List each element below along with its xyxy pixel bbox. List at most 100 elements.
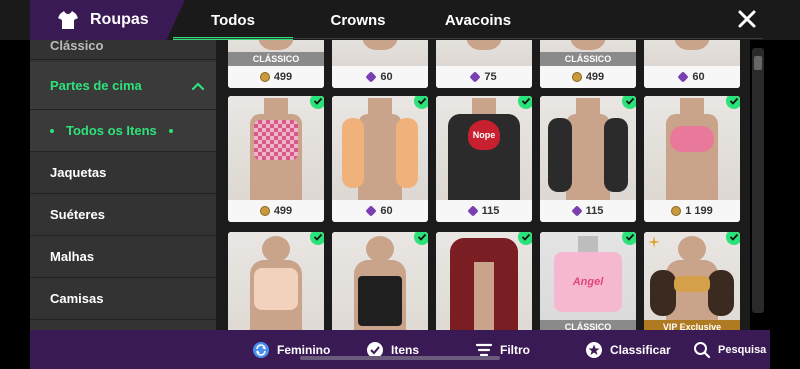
gender-toggle-button[interactable]: Feminino: [252, 330, 330, 369]
item-card[interactable]: CLÁSSICO 499: [228, 40, 324, 88]
star-badge-icon: [586, 341, 602, 358]
gem-icon: [365, 71, 378, 83]
category-header: Roupas: [30, 0, 185, 40]
sidebar-item-label: Jaquetas: [50, 165, 107, 180]
outfit-image: [548, 118, 572, 192]
gem-icon: [365, 205, 378, 217]
item-card[interactable]: CLÁSSICO 499: [540, 40, 636, 88]
sidebar-item-label: Camisas: [50, 291, 104, 306]
sidebar-item-todos-os-itens[interactable]: Todos os Itens: [30, 110, 216, 152]
shirt-icon: [58, 11, 78, 29]
item-price: 60: [332, 200, 428, 222]
heart-graphic: Nope: [468, 120, 500, 150]
owned-check-icon: [622, 96, 636, 109]
item-price: 499: [228, 200, 324, 222]
scrollbar[interactable]: [752, 48, 764, 313]
item-card[interactable]: 60: [332, 96, 428, 222]
sidebar-item-label: Clássico: [50, 40, 104, 53]
gem-icon: [466, 205, 479, 217]
item-card[interactable]: 60: [644, 40, 740, 88]
tab-crowns[interactable]: Crowns: [303, 0, 413, 40]
owned-check-icon: [726, 96, 740, 109]
bottom-toolbar: Feminino Itens Filtro Classificar Pesqui…: [30, 330, 770, 369]
item-price: 499: [228, 66, 324, 88]
item-card[interactable]: 499: [228, 96, 324, 222]
item-grid: CLÁSSICO 499 60 75 CLÁSSICO 499 60 499 6…: [216, 40, 750, 330]
outfit-image: [254, 268, 298, 310]
outfit-image: [358, 276, 402, 326]
gold-coin-icon: [671, 206, 682, 216]
sidebar-item-malhas[interactable]: Malhas: [30, 236, 216, 278]
item-card[interactable]: Nope 115: [436, 96, 532, 222]
top-bar: Roupas Todos Crowns Avacoins: [0, 0, 800, 40]
item-card[interactable]: 75: [436, 40, 532, 88]
owned-check-icon: [414, 232, 428, 245]
outfit-image: [670, 126, 714, 152]
owned-check-icon: [310, 232, 324, 245]
outfit-image: [650, 270, 676, 316]
sort-button[interactable]: Classificar: [585, 330, 671, 369]
item-price: 115: [436, 200, 532, 222]
item-card[interactable]: 115: [540, 96, 636, 222]
sidebar-item-sueteres[interactable]: Suéteres: [30, 194, 216, 236]
home-indicator: [300, 356, 500, 360]
owned-check-icon: [622, 232, 636, 245]
search-icon: [694, 341, 711, 358]
category-sidebar: Clássico Partes de cima Todos os Itens J…: [30, 40, 216, 330]
gold-coin-icon: [259, 72, 270, 82]
item-price: 60: [644, 66, 740, 88]
bullet-icon: [50, 128, 54, 133]
outfit-image: [342, 118, 364, 188]
gem-icon: [469, 71, 482, 83]
item-price: 1 199: [644, 200, 740, 222]
sidebar-item-label: Malhas: [50, 249, 95, 264]
items-button[interactable]: Itens: [366, 330, 419, 369]
filter-button[interactable]: Filtro: [475, 330, 530, 369]
swap-gender-icon: [253, 341, 269, 358]
sidebar-item-jaquetas[interactable]: Jaquetas: [30, 152, 216, 194]
outfit-image: [254, 120, 298, 160]
classic-badge: CLÁSSICO: [540, 320, 636, 330]
scroll-thumb[interactable]: [754, 56, 762, 70]
tab-divider: [173, 38, 763, 39]
tab-avacoins[interactable]: Avacoins: [423, 0, 533, 40]
item-card[interactable]: [228, 232, 324, 330]
owned-check-icon: [414, 96, 428, 109]
sidebar-item-camisas[interactable]: Camisas: [30, 278, 216, 320]
classic-badge: CLÁSSICO: [228, 52, 324, 66]
owned-check-icon: [310, 96, 324, 109]
item-card[interactable]: [436, 232, 532, 330]
chevron-up-icon: [192, 81, 204, 90]
item-price: 60: [332, 66, 428, 88]
classic-badge: CLÁSSICO: [540, 52, 636, 66]
vip-badge: VIP Exclusive: [644, 320, 740, 330]
gold-coin-icon: [571, 72, 582, 82]
sidebar-item-label: Partes de cima: [50, 78, 142, 93]
page-title: Roupas: [90, 11, 149, 28]
gold-coin-icon: [259, 206, 270, 216]
owned-check-icon: [726, 232, 740, 245]
outfit-image: Angel: [554, 252, 622, 312]
sidebar-item-classico[interactable]: Clássico: [30, 40, 216, 60]
tab-bar: Todos Crowns Avacoins: [173, 0, 763, 40]
item-price: 75: [436, 66, 532, 88]
sidebar-item-partes-de-cima[interactable]: Partes de cima: [30, 62, 216, 110]
gem-icon: [677, 71, 690, 83]
owned-check-icon: [518, 96, 532, 109]
search-button[interactable]: Pesquisa: [693, 330, 766, 369]
item-card[interactable]: [332, 232, 428, 330]
gem-icon: [570, 205, 583, 217]
sidebar-item-label: Todos os Itens: [66, 123, 157, 138]
bullet-icon: [168, 128, 173, 133]
item-price: 499: [540, 66, 636, 88]
star-icon: [648, 236, 660, 248]
sidebar-item-label: Suéteres: [50, 207, 105, 222]
item-price: 115: [540, 200, 636, 222]
close-icon[interactable]: [736, 8, 758, 30]
tab-todos[interactable]: Todos: [173, 0, 293, 40]
item-card[interactable]: 1 199: [644, 96, 740, 222]
owned-check-icon: [518, 232, 532, 245]
item-card[interactable]: VIP Exclusive: [644, 232, 740, 330]
item-card[interactable]: Angel CLÁSSICO: [540, 232, 636, 330]
item-card[interactable]: 60: [332, 40, 428, 88]
